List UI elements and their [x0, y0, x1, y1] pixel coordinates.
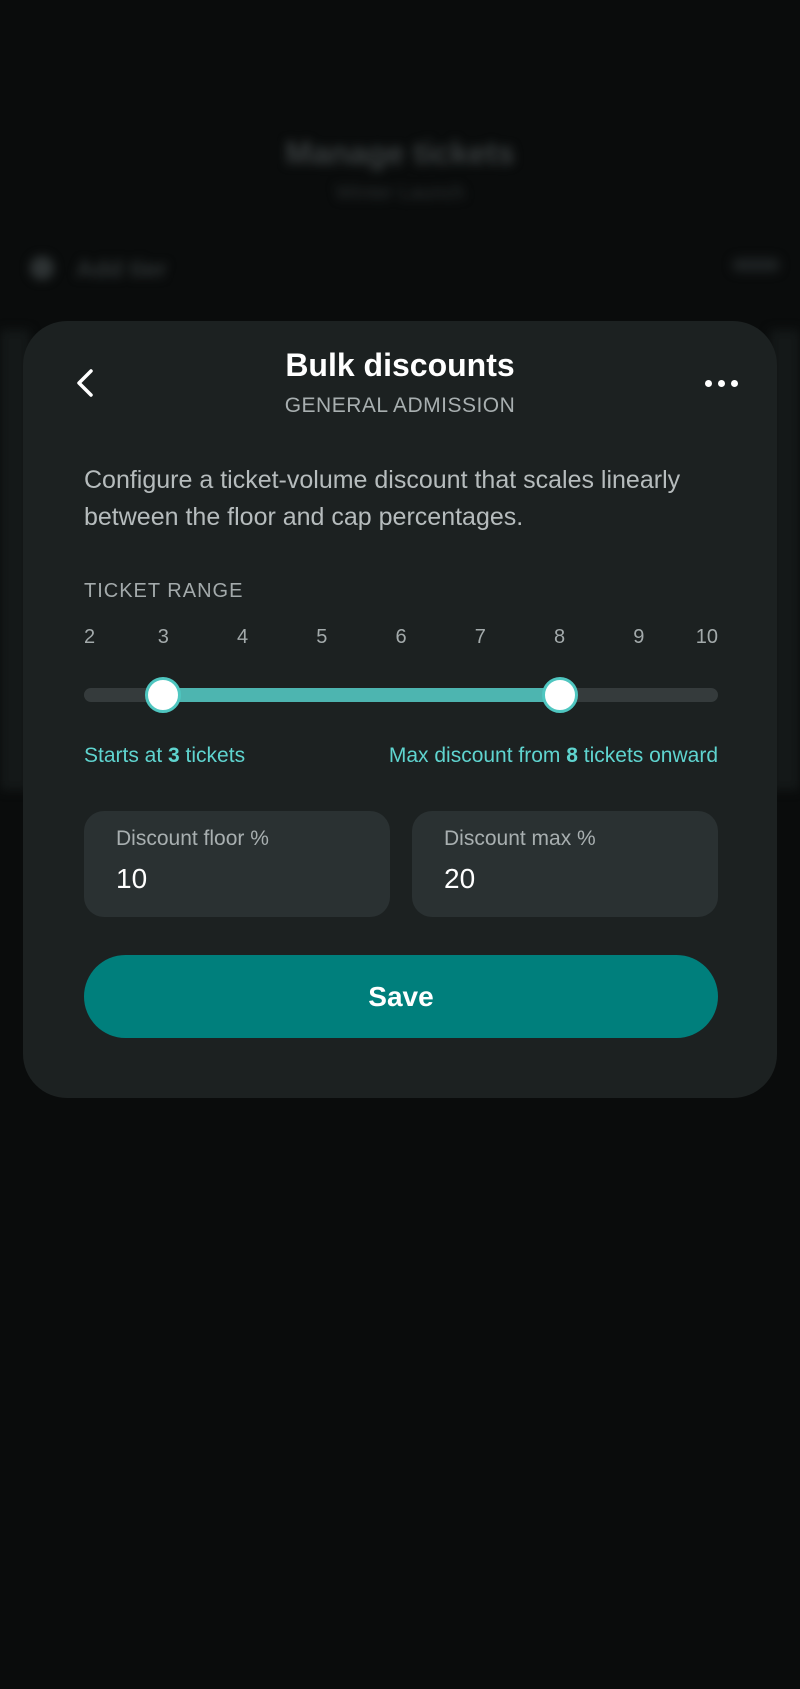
discount-floor-value[interactable]: 10 — [116, 863, 147, 895]
more-horizontal-icon — [704, 379, 712, 387]
discount-max-label: Discount max % — [444, 827, 596, 850]
more-horizontal-icon-dot — [717, 379, 725, 387]
slider-tick-label: 6 — [395, 626, 407, 648]
range-start-value: 3 — [168, 744, 180, 767]
background-title: Manage tickets — [285, 135, 515, 171]
sheet-title: Bulk discounts — [285, 347, 515, 383]
description-text: Configure a ticket-volume discount that … — [84, 466, 681, 531]
slider-high-handle[interactable] — [541, 677, 578, 713]
slider-tick-label: 3 — [157, 626, 169, 648]
range-max-prefix: Max discount from — [388, 744, 567, 767]
add-icon — [30, 256, 54, 280]
slider-low-handle[interactable] — [145, 677, 182, 713]
slider-tick-label: 10 — [695, 626, 718, 648]
more-horizontal-icon-dot — [730, 379, 738, 387]
discount-floor-label: Discount floor % — [116, 827, 269, 850]
slider-tick-label: 5 — [316, 626, 328, 648]
save-button[interactable]: Save — [84, 955, 718, 1038]
discount-max-value[interactable]: 20 — [444, 863, 475, 895]
slider-tick-label: 7 — [474, 626, 486, 648]
slider-tick-label: 2 — [84, 626, 96, 648]
range-max-note: Max discount from 8 tickets onward — [389, 744, 718, 768]
background-subtitle: Winter Launch — [335, 182, 465, 204]
slider-tick-label: 4 — [236, 626, 249, 648]
background-row-action — [732, 258, 780, 272]
discount-floor-field[interactable]: Discount floor % 10 — [84, 811, 390, 917]
slider-tick-label: 8 — [553, 626, 566, 648]
bulk-discounts-sheet: Bulk discounts GENERAL ADMISSION Configu… — [23, 321, 777, 1098]
sheet-subtitle: GENERAL ADMISSION — [284, 394, 516, 417]
range-start-note: Starts at 3 tickets — [84, 744, 245, 768]
range-max-suffix: tickets onward — [577, 744, 718, 767]
slider-selected-range — [163, 688, 560, 702]
discount-max-field[interactable]: Discount max % 20 — [412, 811, 718, 917]
slider-tick-label: 9 — [633, 626, 645, 648]
more-options-button[interactable] — [695, 361, 747, 405]
range-max-value: 8 — [566, 744, 578, 767]
range-start-suffix: tickets — [179, 744, 246, 767]
ticket-range-label: TICKET RANGE — [84, 580, 244, 602]
slider-tick-labels: 2 3 4 5 6 7 8 9 10 — [84, 626, 718, 652]
background-row-label: Add tier — [76, 256, 167, 283]
range-start-prefix: Starts at — [84, 744, 169, 767]
ticket-range-slider[interactable] — [84, 676, 718, 713]
